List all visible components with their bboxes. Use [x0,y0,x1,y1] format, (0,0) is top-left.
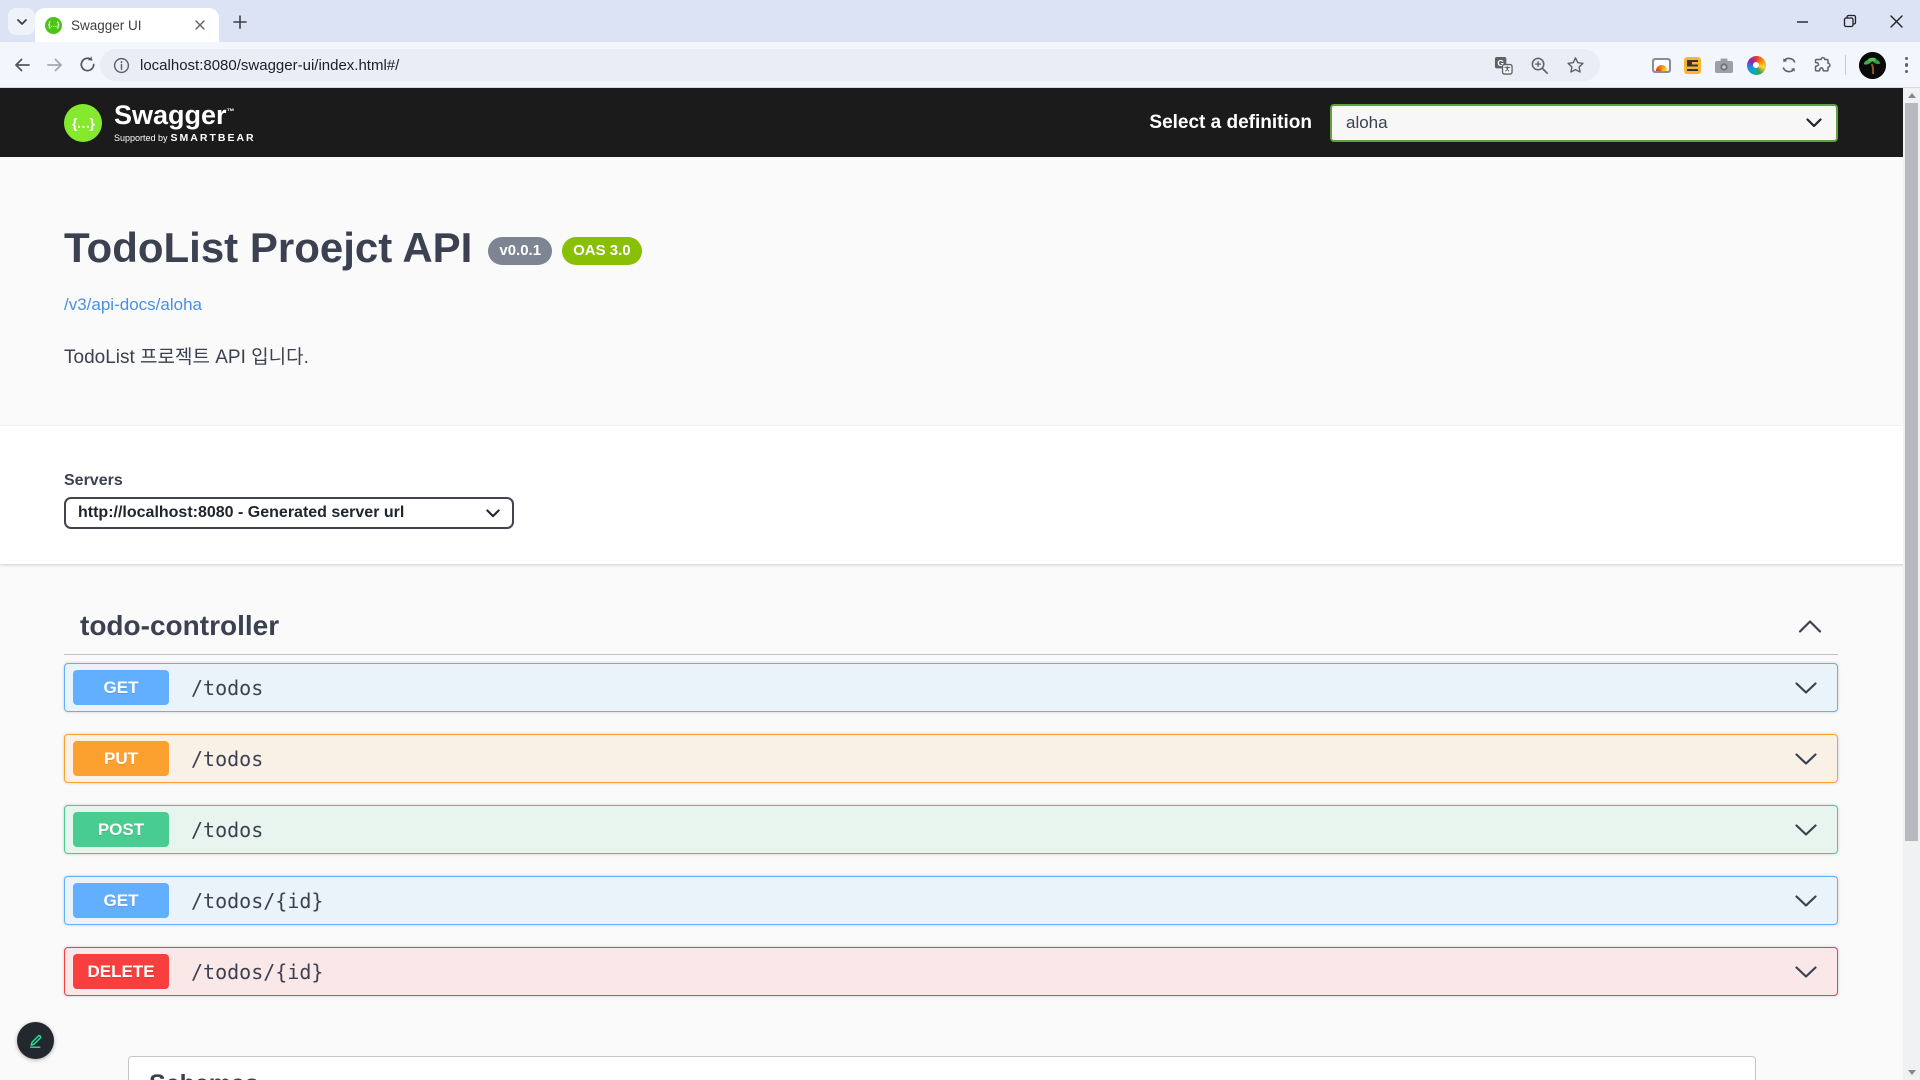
page-scrollbar[interactable] [1903,88,1920,1080]
swagger-page: TodoList Proejct API v0.0.1 OAS 3.0 /v3/… [0,157,1920,1080]
controller-name: todo-controller [80,610,279,642]
server-select[interactable]: http://localhost:8080 - Generated server… [64,497,514,529]
extensions-puzzle-icon[interactable] [1812,55,1832,75]
window-restore-button[interactable] [1826,0,1873,42]
expand-chevron-down-icon[interactable] [1795,895,1817,907]
scrollbar-up-icon[interactable] [1903,88,1920,103]
logo-text: Swagger [114,100,227,130]
operation-row[interactable]: PUT /todos [64,734,1838,783]
swagger-logo-icon: {…} [64,104,102,142]
controller-section-header[interactable]: todo-controller [64,564,1838,655]
zoom-icon[interactable] [1530,56,1549,75]
spec-link[interactable]: /v3/api-docs/aloha [64,295,202,315]
pencil-icon [26,1031,45,1050]
method-badge: GET [73,670,169,705]
oas-badge: OAS 3.0 [562,237,642,265]
swagger-logo: {…} Swagger™ Supported bySMARTBEAR [64,102,256,144]
back-button[interactable] [12,55,32,75]
chevron-down-icon [1806,118,1822,128]
chevron-down-icon [15,15,29,29]
version-badge: v0.0.1 [488,237,552,265]
definition-selected-value: aloha [1346,113,1388,133]
url-bar[interactable]: localhost:8080/swagger-ui/index.html#/ G [100,49,1600,81]
operation-path: /todos/{id} [191,889,323,913]
definition-select-label: Select a definition [1149,112,1312,134]
scrollbar-thumb[interactable] [1905,103,1918,841]
swagger-favicon-icon: {…} [45,17,62,34]
window-controls [1779,0,1920,42]
tab-search-button[interactable] [8,8,35,35]
operation-path: /todos [191,818,263,842]
browser-tab-strip: {…} Swagger UI [0,0,1920,42]
operation-row[interactable]: GET /todos/{id} [64,876,1838,925]
browser-tab[interactable]: {…} Swagger UI [35,8,219,42]
operation-row[interactable]: GET /todos [64,663,1838,712]
swagger-topbar: {…} Swagger™ Supported bySMARTBEAR Selec… [0,88,1920,157]
operation-path: /todos [191,676,263,700]
window-close-button[interactable] [1873,0,1920,42]
toolbar-separator [1845,55,1846,75]
schemas-section[interactable]: Schemas [128,1056,1756,1080]
operation-row[interactable]: DELETE /todos/{id} [64,947,1838,996]
notes-extension-icon[interactable] [1684,57,1701,74]
method-badge: GET [73,883,169,918]
api-title: TodoList Proejct API [64,223,472,273]
forward-button[interactable] [45,55,65,75]
new-tab-button[interactable] [227,9,253,35]
operation-row[interactable]: POST /todos [64,805,1838,854]
api-description: TodoList 프로젝트 API 입니다. [64,342,1920,369]
logo-tagline: Supported by [114,133,168,143]
profile-avatar[interactable] [1859,52,1886,79]
collapse-chevron-up-icon[interactable] [1798,620,1822,633]
operation-path: /todos/{id} [191,960,323,984]
server-selected-value: http://localhost:8080 - Generated server… [78,504,404,522]
tab-title: Swagger UI [71,18,191,33]
operation-path: /todos [191,747,263,771]
edit-fab-button[interactable] [17,1022,54,1059]
chevron-down-icon [486,509,500,518]
expand-chevron-down-icon[interactable] [1795,753,1817,765]
expand-chevron-down-icon[interactable] [1795,966,1817,978]
schemas-title: Schemas [149,1070,259,1080]
expand-chevron-down-icon[interactable] [1795,824,1817,836]
url-text: localhost:8080/swagger-ui/index.html#/ [140,57,1494,74]
servers-section: Servers http://localhost:8080 - Generate… [0,426,1920,564]
window-minimize-button[interactable] [1779,0,1826,42]
scrollbar-down-icon[interactable] [1903,1065,1920,1080]
browser-menu-icon[interactable] [1899,57,1915,74]
tab-close-icon[interactable] [191,16,209,34]
site-info-icon[interactable] [113,57,130,74]
browser-toolbar: localhost:8080/swagger-ui/index.html#/ G [0,42,1920,88]
reload-button[interactable] [78,55,97,74]
method-badge: PUT [73,741,169,776]
translate-icon[interactable]: G [1494,56,1513,75]
operations-list: GET /todos PUT /todos POST /todos [64,663,1838,996]
sync-extension-icon[interactable] [1779,55,1799,75]
color-wheel-extension-icon[interactable] [1747,56,1766,75]
media-extension-icon[interactable] [1652,58,1671,73]
servers-label: Servers [64,472,1920,490]
definition-select[interactable]: aloha [1330,104,1838,142]
method-badge: POST [73,812,169,847]
method-badge: DELETE [73,954,169,989]
camera-extension-icon[interactable] [1714,57,1734,74]
logo-brand: SMARTBEAR [171,132,256,144]
expand-chevron-down-icon[interactable] [1795,682,1817,694]
bookmark-star-icon[interactable] [1566,56,1585,75]
